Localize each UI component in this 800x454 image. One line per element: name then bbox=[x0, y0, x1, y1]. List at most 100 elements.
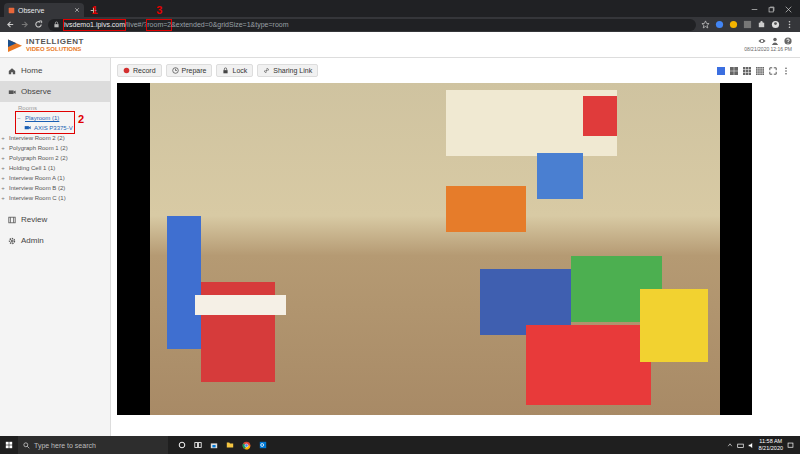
room-item[interactable]: +Interview Room 2 (2) bbox=[0, 133, 110, 143]
star-icon[interactable] bbox=[701, 20, 710, 29]
chevron-up-icon[interactable] bbox=[727, 442, 733, 448]
taskbar: Type here to search 11:58 AM8/21/2020 bbox=[0, 436, 800, 454]
camera-item[interactable]: AXIS P3375-V bbox=[16, 123, 74, 132]
room-label: Playroom (1) bbox=[25, 114, 59, 122]
scene-shape bbox=[195, 295, 286, 315]
clock-time: 11:58 AM bbox=[759, 438, 782, 445]
sidebar-item[interactable]: Admin bbox=[0, 230, 110, 251]
scene-shape bbox=[167, 216, 201, 349]
network-icon[interactable] bbox=[737, 442, 744, 449]
task-view-icon[interactable] bbox=[194, 441, 202, 449]
extension-icon[interactable] bbox=[715, 20, 724, 29]
minimize-icon[interactable] bbox=[751, 6, 758, 13]
expand-toggle[interactable]: + bbox=[0, 164, 6, 172]
sidebar-item[interactable]: Home bbox=[0, 60, 110, 81]
expand-toggle[interactable]: + bbox=[0, 194, 6, 202]
header-datetime: 08/21/2020 12:16 PM bbox=[744, 46, 792, 52]
grid-layout-icon[interactable] bbox=[743, 67, 751, 75]
room-item[interactable]: +Interview Room C (1) bbox=[0, 193, 110, 203]
camera-frame bbox=[150, 83, 720, 415]
windows-icon bbox=[5, 441, 13, 449]
extension-icon[interactable] bbox=[729, 20, 738, 29]
room-item[interactable]: +Interview Room B (2) bbox=[0, 183, 110, 193]
room-label: Interview Room A (1) bbox=[9, 174, 65, 182]
reload-icon[interactable] bbox=[34, 20, 43, 29]
review-icon bbox=[8, 216, 16, 224]
url-text: ivsdemo1.ipivs.com1/live#/?room=23&exten… bbox=[64, 20, 289, 30]
room-item[interactable]: +Polygraph Room 2 (2) bbox=[0, 153, 110, 163]
volume-icon[interactable] bbox=[748, 442, 755, 449]
record-button[interactable]: Record bbox=[117, 64, 162, 77]
link-button[interactable]: Sharing Link bbox=[257, 64, 318, 77]
room-item[interactable]: +Holding Cell 1 (1) bbox=[0, 163, 110, 173]
more-icon[interactable] bbox=[782, 67, 790, 75]
url-field[interactable]: ivsdemo1.ipivs.com1/live#/?room=23&exten… bbox=[48, 19, 696, 31]
sidebar-item[interactable]: Review bbox=[0, 209, 110, 230]
expand-toggle[interactable]: + bbox=[0, 184, 6, 192]
toolbar: Record Prepare Lock Sharing Link bbox=[111, 62, 800, 79]
scene-shape bbox=[526, 325, 651, 405]
record-icon bbox=[123, 67, 130, 74]
expand-toggle[interactable]: + bbox=[0, 154, 6, 162]
app-header: INTELLIGENTVIDEO SOLUTIONS 08/21/2020 12:… bbox=[0, 32, 800, 58]
button-label: Sharing Link bbox=[273, 67, 312, 74]
room-group: 2−Playroom (1)AXIS P3375-V bbox=[16, 112, 74, 133]
menu-icon[interactable] bbox=[785, 20, 794, 29]
expand-toggle[interactable]: + bbox=[0, 174, 6, 182]
button-label: Prepare bbox=[182, 67, 207, 74]
clock-date: 8/21/2020 bbox=[759, 445, 783, 452]
room-label: Interview Room 2 (2) bbox=[9, 134, 65, 142]
restore-icon[interactable] bbox=[768, 6, 775, 13]
camera-label: AXIS P3375-V bbox=[34, 125, 73, 131]
notifications-icon[interactable] bbox=[787, 442, 794, 449]
room-item[interactable]: −Playroom (1) bbox=[16, 113, 74, 123]
eye-icon[interactable] bbox=[758, 37, 766, 45]
browser-tab[interactable]: Observe bbox=[4, 3, 84, 17]
logo-icon bbox=[8, 38, 22, 52]
chrome-icon[interactable] bbox=[242, 441, 251, 450]
window-controls bbox=[751, 6, 800, 17]
expand-toggle[interactable]: − bbox=[16, 114, 22, 122]
rooms-label: Rooms bbox=[0, 102, 110, 112]
room-label: Polygraph Room 2 (2) bbox=[9, 154, 68, 162]
expand-toggle[interactable]: + bbox=[0, 144, 6, 152]
store-icon[interactable] bbox=[210, 441, 218, 449]
user-icon[interactable] bbox=[771, 37, 779, 45]
sidebar-label: Review bbox=[21, 215, 47, 224]
room-item[interactable]: +Interview Room A (1) bbox=[0, 173, 110, 183]
close-window-icon[interactable] bbox=[785, 6, 792, 13]
main-panel: Record Prepare Lock Sharing Link bbox=[111, 58, 800, 436]
start-button[interactable] bbox=[0, 441, 18, 449]
room-item[interactable]: +Polygraph Room 1 (2) bbox=[0, 143, 110, 153]
logo-bottom: VIDEO SOLUTIONS bbox=[26, 46, 84, 53]
button-label: Lock bbox=[232, 67, 247, 74]
taskbar-search[interactable]: Type here to search bbox=[18, 436, 168, 454]
outlook-icon[interactable] bbox=[259, 441, 267, 449]
cortana-icon[interactable] bbox=[178, 441, 186, 449]
sidebar-item[interactable]: Observe bbox=[0, 81, 110, 102]
lock-button[interactable]: Lock bbox=[216, 64, 253, 77]
url-part: &extended=0&gridSize=1&type=room bbox=[171, 20, 288, 30]
scene-shape bbox=[446, 186, 526, 232]
logo[interactable]: INTELLIGENTVIDEO SOLUTIONS bbox=[8, 37, 84, 53]
fullscreen-icon[interactable] bbox=[769, 67, 777, 75]
folder-icon[interactable] bbox=[226, 441, 234, 449]
search-placeholder: Type here to search bbox=[34, 442, 96, 449]
admin-icon bbox=[8, 237, 16, 245]
forward-icon[interactable] bbox=[20, 20, 29, 29]
camera-icon bbox=[24, 124, 31, 131]
lock-icon bbox=[222, 67, 229, 74]
prepare-button[interactable]: Prepare bbox=[166, 64, 213, 77]
extension-icon[interactable] bbox=[743, 20, 752, 29]
help-icon[interactable] bbox=[784, 37, 792, 45]
clock[interactable]: 11:58 AM8/21/2020 bbox=[759, 438, 783, 452]
expand-toggle[interactable]: + bbox=[0, 134, 6, 142]
grid-layout-icon[interactable] bbox=[717, 67, 725, 75]
back-icon[interactable] bbox=[6, 20, 15, 29]
puzzle-icon[interactable] bbox=[757, 20, 766, 29]
profile-icon[interactable] bbox=[771, 20, 780, 29]
lock-icon bbox=[53, 21, 60, 28]
close-icon[interactable] bbox=[74, 7, 80, 13]
grid-layout-icon[interactable] bbox=[730, 67, 738, 75]
grid-layout-icon[interactable] bbox=[756, 67, 764, 75]
